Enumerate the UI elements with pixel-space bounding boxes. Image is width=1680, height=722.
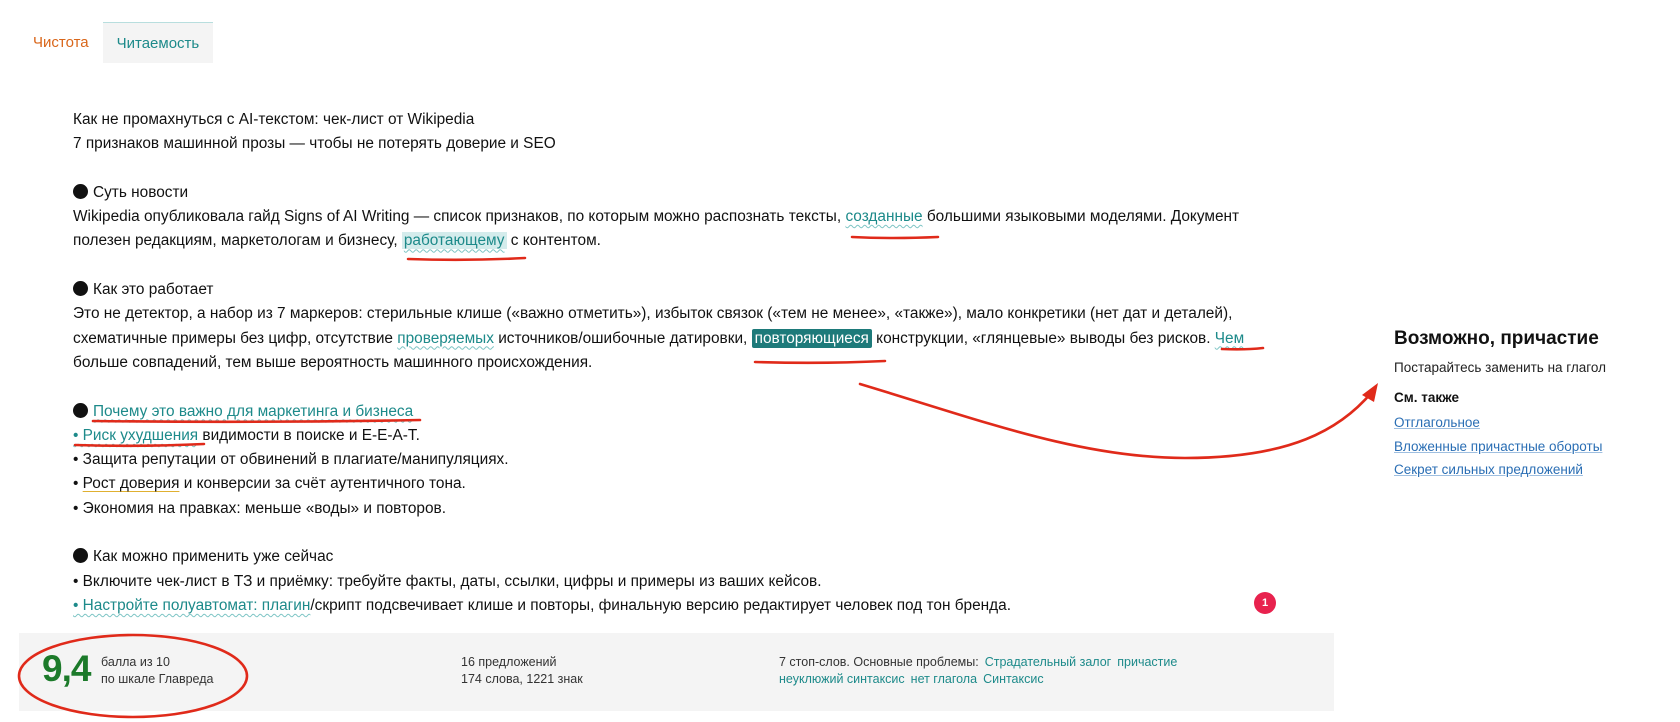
editor-content[interactable]: Как не промахнуться с AI-текстом: чек-ли… bbox=[73, 108, 1283, 618]
problems-summary: 7 стоп-слов. Основные проблемы: Страдател… bbox=[779, 654, 1177, 688]
section-heading: Почему это важно для маркетинга и бизнес… bbox=[73, 400, 1283, 424]
hint-title: Возможно, причастие bbox=[1394, 328, 1599, 349]
problems-prefix: 7 стоп-слов. Основные проблемы: bbox=[779, 655, 979, 669]
problem-link[interactable]: Синтаксис bbox=[983, 672, 1044, 686]
list-item: • Настройте полуавтомат: плагин/скрипт п… bbox=[73, 594, 1283, 618]
text-span: с контентом. bbox=[506, 232, 601, 250]
list-item: • Рост доверия и конверсии за счёт аутен… bbox=[73, 472, 1283, 496]
paragraph-line: Wikipedia опубликовала гайд Signs of AI … bbox=[73, 205, 1283, 229]
score-caption-line: балла из 10 bbox=[101, 655, 170, 669]
section-heading: Суть новости bbox=[73, 181, 1283, 205]
tab-clarity[interactable]: Чистота bbox=[19, 22, 103, 64]
heading-text: Суть новости bbox=[93, 183, 189, 201]
see-also-link[interactable]: Секрет сильных предложений bbox=[1394, 458, 1664, 482]
article-title: Как не промахнуться с AI-текстом: чек-ли… bbox=[73, 111, 475, 128]
list-item: • Защита репутации от обвинений в плагиа… bbox=[73, 451, 509, 469]
problem-link[interactable]: причастие bbox=[1117, 655, 1177, 669]
highlight-participle-selected[interactable]: работающему bbox=[401, 232, 507, 250]
article-subtitle: 7 признаков машинной прозы — чтобы не по… bbox=[73, 135, 556, 153]
highlight-stopword[interactable]: Рост доверия bbox=[83, 475, 180, 492]
text-span: источников/ошибочные датировки, bbox=[493, 329, 752, 347]
arrowhead-icon bbox=[1362, 383, 1378, 402]
text-span: конструкции, «глянцевые» выводы без риск… bbox=[871, 329, 1215, 347]
see-also-heading: См. также bbox=[1394, 390, 1460, 405]
notification-count-icon[interactable]: 1 bbox=[1254, 592, 1276, 614]
list-item: • Включите чек-лист в ТЗ и приёмку: треб… bbox=[73, 572, 822, 590]
paragraph-line: полезен редакциям, маркетологам и бизнес… bbox=[73, 229, 1283, 253]
text-stats: 16 предложений 174 слова, 1221 знак bbox=[461, 654, 583, 688]
black-circle-icon bbox=[73, 183, 88, 199]
heading-text: Как это работает bbox=[93, 281, 214, 299]
score-value: 9,4 bbox=[42, 648, 91, 689]
text-span: полезен редакциям, маркетологам и бизнес… bbox=[73, 232, 402, 250]
text-span: /скрипт подсвечивает клише и повторы, фи… bbox=[310, 596, 1011, 614]
problem-link[interactable]: неуклюжий синтаксис bbox=[779, 672, 905, 686]
text-span: и конверсии за счёт аутентичного тона. bbox=[179, 475, 466, 493]
score-caption: балла из 10 по шкале Главреда bbox=[101, 654, 213, 688]
see-also-link[interactable]: Вложенные причастные обороты bbox=[1394, 435, 1664, 459]
paragraph-line: Это не детектор, а набор из 7 маркеров: … bbox=[73, 305, 1233, 323]
list-item: • Экономия на правках: меньше «воды» и п… bbox=[73, 499, 446, 517]
text-span: большими языковыми моделями. Документ bbox=[922, 208, 1240, 226]
heading-text: Как можно применить уже сейчас bbox=[93, 548, 334, 566]
section-heading: Как можно применить уже сейчас bbox=[73, 545, 1283, 569]
highlight-participle[interactable]: созданные bbox=[845, 208, 922, 225]
section-heading: Как это работает bbox=[73, 278, 1283, 302]
black-circle-icon bbox=[73, 548, 88, 564]
highlight-noun[interactable]: • Настройте полуавтомат: плагин bbox=[73, 597, 310, 614]
text-span: видимости в поиске и E-E-A-T. bbox=[198, 426, 420, 444]
text-span: Wikipedia опубликовала гайд Signs of AI … bbox=[73, 208, 846, 226]
highlight-syntax[interactable]: Чем bbox=[1215, 330, 1244, 347]
list-item: • Риск ухудшения видимости в поиске и E-… bbox=[73, 424, 1283, 448]
word-count: 174 слова, 1221 знак bbox=[461, 672, 583, 686]
black-circle-icon bbox=[73, 281, 88, 297]
hint-sidebar: Возможно, причастие Постарайтесь заменит… bbox=[1394, 328, 1664, 482]
problem-link[interactable]: Страдательный залог bbox=[985, 655, 1112, 669]
paragraph-line: больше совпадений, тем выше вероятность … bbox=[73, 353, 593, 371]
tab-readability[interactable]: Читаемость bbox=[102, 22, 214, 64]
highlight-active[interactable]: повторяющиеся bbox=[751, 328, 872, 348]
text-span: схематичные примеры без цифр, отсутствие bbox=[73, 329, 398, 347]
highlight-heading[interactable]: Почему это важно для маркетинга и бизнес… bbox=[93, 403, 413, 420]
highlight-participle[interactable]: проверяемых bbox=[397, 330, 494, 347]
paragraph-line: схематичные примеры без цифр, отсутствие… bbox=[73, 327, 1283, 351]
text-span: • bbox=[73, 475, 83, 493]
sentence-count: 16 предложений bbox=[461, 655, 557, 669]
tab-bar: Чистота Читаемость bbox=[19, 22, 214, 64]
score-caption-line: по шкале Главреда bbox=[101, 672, 214, 686]
problem-link[interactable]: нет глагола bbox=[911, 672, 977, 686]
black-circle-icon bbox=[73, 402, 88, 418]
highlight-noun[interactable]: • Риск ухудшения bbox=[73, 427, 198, 444]
see-also-link[interactable]: Отглагольное bbox=[1394, 411, 1664, 435]
hint-text: Постарайтесь заменить на глагол bbox=[1394, 360, 1607, 375]
